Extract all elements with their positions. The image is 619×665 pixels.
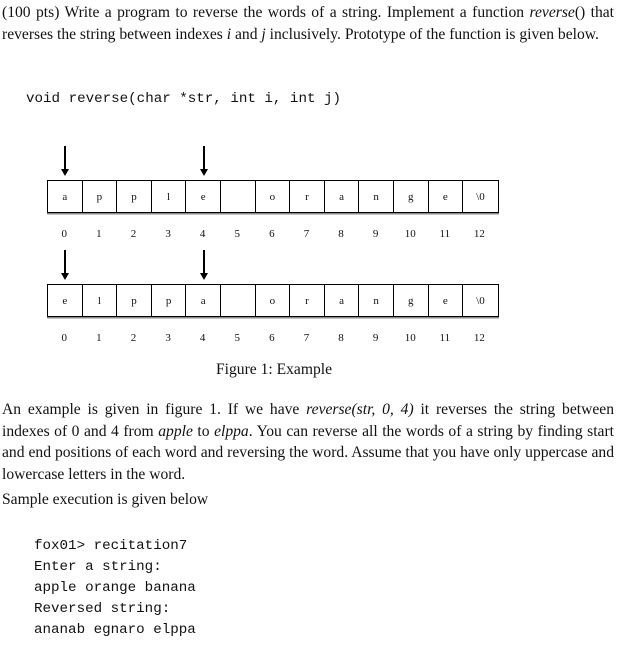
start-arrow-icon (61, 146, 69, 176)
index-label: 11 (439, 332, 451, 344)
array-cell: a (48, 181, 83, 212)
array-cell: a (325, 181, 360, 212)
array-cell: p (152, 285, 187, 316)
index-label: 2 (130, 228, 137, 240)
array-cell: \0 (476, 294, 485, 307)
array-cell: n (359, 285, 394, 316)
array-cell: g (394, 181, 429, 212)
index-label: 8 (338, 228, 344, 240)
index-label: 0 (61, 332, 68, 344)
array-cell (221, 285, 256, 316)
array-cell: l (83, 285, 118, 316)
index-label: 6 (269, 332, 275, 344)
array-after: e l p p a o r a n g e \0 (47, 284, 499, 317)
index-label: 0 (61, 228, 68, 240)
array-cell: p (83, 181, 118, 212)
array-cell: e (186, 181, 221, 212)
array-cell: p (117, 285, 152, 316)
word-after: elppa (214, 422, 249, 440)
index-label: 10 (404, 332, 416, 344)
index-label: 5 (234, 228, 241, 240)
index-label: 3 (165, 332, 171, 344)
index-label: 9 (372, 228, 379, 240)
figure-example: a p p l e o r a n g e \0 0 1 2 3 4 5 6 7 8 9 10 11 12 elppaoran… (0, 140, 619, 350)
terminal-line: Enter a string: (34, 559, 162, 575)
array-cell: o (256, 285, 291, 316)
index-label: 1 (96, 228, 102, 240)
word-before: apple (158, 422, 193, 440)
array-cell: a (186, 285, 221, 316)
array-cell: n (359, 181, 394, 212)
index-label: 5 (234, 332, 241, 344)
array-cell: p (117, 181, 152, 212)
array-before: a p p l e o r a n g e \0 (47, 180, 499, 213)
index-label: 2 (130, 332, 137, 344)
array-cell: r (290, 285, 325, 316)
index-label: 4 (199, 332, 206, 344)
array-cell: e (429, 285, 464, 316)
function-name: reverse (529, 4, 575, 21)
terminal-line: ananab egnaro elppa (34, 622, 196, 638)
index-label: 8 (338, 332, 344, 344)
array-cell (221, 181, 256, 212)
index-label: 12 (473, 228, 485, 240)
index-label: 7 (303, 332, 310, 344)
indexes-after: 0 1 2 3 4 5 6 7 8 9 10 11 12 (47, 332, 497, 344)
array-cell: e (429, 181, 464, 212)
array-cell: a (325, 285, 360, 316)
index-label: 1 (96, 332, 102, 344)
array-cell: l (152, 181, 187, 212)
terminal-line: apple orange banana (34, 580, 196, 596)
example-call: reverse(str, 0, 4) (306, 401, 414, 418)
end-arrow-icon (200, 250, 208, 280)
figure-caption: Figure 1: Example (215, 361, 333, 378)
array-cell: o (256, 181, 291, 212)
index-label: 3 (165, 228, 171, 240)
index-label: 12 (473, 332, 485, 344)
sample-label: Sample execution is given below (2, 491, 209, 508)
terminal-line: Reversed string: (34, 601, 171, 617)
terminal-line: fox01> recitation7 (34, 538, 188, 554)
points-label: (100 pts) (2, 4, 60, 21)
index-label: 7 (303, 228, 310, 240)
index-label: 10 (404, 228, 416, 240)
array-cell: g (394, 285, 429, 316)
indexes-before: 0 1 2 3 4 5 6 7 8 9 10 11 12 (47, 228, 497, 240)
explanation: An example is given in figure 1. If we h… (2, 401, 614, 483)
array-cell: r (290, 181, 325, 212)
start-arrow-icon (61, 250, 69, 280)
end-arrow-icon (200, 146, 208, 176)
index-label: 6 (269, 228, 275, 240)
array-cell: e (48, 285, 83, 316)
function-prototype: void reverse(char *str, int i, int j) (26, 91, 342, 107)
array-cell: \0 (476, 190, 485, 203)
index-label: 4 (199, 228, 206, 240)
problem-statement: (100 pts) Write a program to reverse the… (2, 4, 615, 43)
index-label: 9 (372, 332, 379, 344)
index-label: 11 (439, 228, 451, 240)
